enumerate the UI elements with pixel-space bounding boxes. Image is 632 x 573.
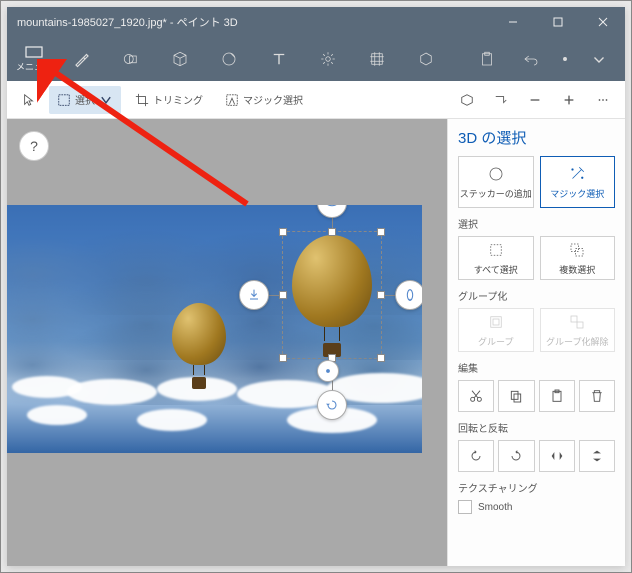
section-rotate-label: 回転と反転 — [458, 420, 615, 435]
menu-button[interactable]: メニュー — [13, 46, 55, 73]
main-toolbar: メニュー — [7, 37, 625, 81]
secondary-toolbar: 選択 トリミング マジック選択 — [7, 81, 625, 119]
panel-title: 3D の選択 — [458, 127, 615, 148]
title-bar: mountains-1985027_1920.jpg* - ペイント 3D — [7, 7, 625, 37]
effects-tool[interactable] — [305, 37, 350, 81]
balloon-object-1[interactable] — [172, 303, 226, 389]
add-sticker-button[interactable]: ステッカーの追加 — [458, 156, 534, 208]
shapes-3d-tool[interactable] — [158, 37, 203, 81]
help-button[interactable]: ? — [19, 131, 49, 161]
view-3d-button[interactable] — [453, 86, 481, 114]
close-button[interactable] — [580, 7, 625, 37]
resize-handle[interactable] — [279, 354, 287, 362]
select-tool[interactable]: 選択 — [49, 86, 121, 114]
shapes-2d-tool[interactable] — [108, 37, 153, 81]
pointer-tool[interactable] — [15, 86, 43, 114]
rotate-ccw-button[interactable] — [458, 440, 494, 472]
zoom-out-button[interactable] — [521, 86, 549, 114]
copy-button[interactable] — [498, 380, 534, 412]
cut-button[interactable] — [458, 380, 494, 412]
ungroup-button: グループ化解除 — [540, 308, 616, 352]
resize-handle[interactable] — [279, 291, 287, 299]
multi-select-button[interactable]: 複数選択 — [540, 236, 616, 280]
smooth-checkbox[interactable] — [458, 500, 472, 514]
brushes-tool[interactable] — [59, 37, 104, 81]
canvas-tool[interactable] — [355, 37, 400, 81]
text-tool[interactable] — [256, 37, 301, 81]
minimize-button[interactable] — [490, 7, 535, 37]
resize-handle[interactable] — [328, 228, 336, 236]
flip-vertical-button[interactable] — [579, 440, 615, 472]
mixed-reality-button[interactable] — [487, 86, 515, 114]
history-dropdown[interactable] — [555, 37, 575, 81]
crop-label: トリミング — [153, 92, 203, 107]
resize-handle[interactable] — [279, 228, 287, 236]
z-depth-gizmo[interactable] — [239, 280, 269, 310]
crop-tool[interactable]: トリミング — [127, 86, 211, 114]
undo-button[interactable] — [511, 37, 551, 81]
zoom-in-button[interactable] — [555, 86, 583, 114]
rotate-cw-button[interactable] — [498, 440, 534, 472]
library-3d-tool[interactable] — [404, 37, 449, 81]
rotate-z-small-gizmo[interactable] — [317, 360, 339, 382]
smooth-label: Smooth — [478, 502, 512, 513]
flip-horizontal-button[interactable] — [539, 440, 575, 472]
stickers-tool[interactable] — [207, 37, 252, 81]
window-title: mountains-1985027_1920.jpg* - ペイント 3D — [7, 14, 490, 30]
artboard[interactable] — [7, 205, 422, 453]
paste-button[interactable] — [467, 37, 507, 81]
select-all-button[interactable]: すべて選択 — [458, 236, 534, 280]
resize-handle[interactable] — [377, 354, 385, 362]
paste-button-side[interactable] — [539, 380, 575, 412]
section-edit-label: 編集 — [458, 360, 615, 375]
canvas-area[interactable]: ? — [7, 119, 447, 566]
magic-select-button[interactable]: マジック選択 — [540, 156, 616, 208]
more-button[interactable] — [589, 86, 617, 114]
magic-select-tool[interactable]: マジック選択 — [217, 86, 311, 114]
selection-bounding-box[interactable] — [282, 231, 382, 359]
select-label: 選択 — [75, 92, 95, 107]
resize-handle[interactable] — [377, 291, 385, 299]
maximize-button[interactable] — [535, 7, 580, 37]
delete-button[interactable] — [579, 380, 615, 412]
resize-handle[interactable] — [377, 228, 385, 236]
section-group-label: グループ化 — [458, 288, 615, 303]
rotate-y-gizmo[interactable] — [395, 280, 422, 310]
magic-select-label: マジック選択 — [243, 92, 303, 107]
group-button: グループ — [458, 308, 534, 352]
menu-label: メニュー — [16, 60, 52, 73]
side-panel: 3D の選択 ステッカーの追加 マジック選択 選択 すべて選択 — [447, 119, 625, 566]
expand-panel-button[interactable] — [579, 37, 619, 81]
section-texture-label: テクスチャリング — [458, 480, 615, 495]
rotate-z-gizmo[interactable] — [317, 390, 347, 420]
section-select-label: 選択 — [458, 216, 615, 231]
